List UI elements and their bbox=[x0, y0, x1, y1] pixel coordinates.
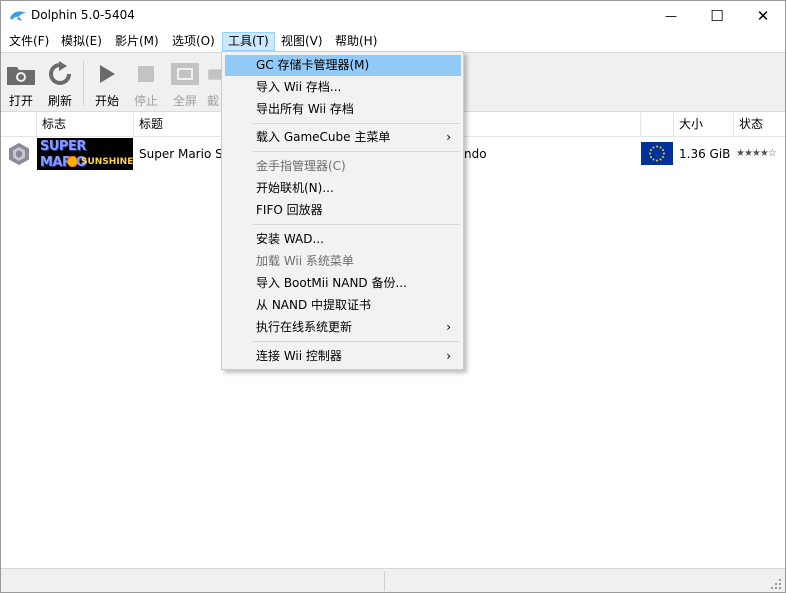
menu-item-label: 金手指管理器(C) bbox=[256, 159, 346, 173]
stop-icon bbox=[138, 66, 154, 82]
play-icon bbox=[100, 65, 115, 83]
play-button[interactable]: 开始 bbox=[90, 59, 124, 109]
fullscreen-icon bbox=[171, 63, 199, 85]
menu-item-label: 加载 Wii 系统菜单 bbox=[256, 254, 354, 268]
game-banner: SUPER MARIO SUNSHINE bbox=[37, 138, 133, 170]
menu-item-label: 导出所有 Wii 存档 bbox=[256, 102, 354, 116]
menu-item-load-wii-menu[interactable]: 加载 Wii 系统菜单 bbox=[225, 251, 461, 272]
close-icon: ✕ bbox=[756, 7, 770, 25]
menu-separator bbox=[253, 123, 460, 124]
menu-item-import-bootmii-backup[interactable]: 导入 BootMii NAND 备份... bbox=[225, 273, 461, 294]
game-size: 1.36 GiB bbox=[679, 147, 731, 161]
minimize-button[interactable]: — bbox=[648, 1, 694, 31]
game-rating: ★★★★☆ bbox=[736, 148, 777, 159]
menu-item-label: FIFO 回放器 bbox=[256, 203, 323, 217]
menu-emulation[interactable]: 模拟(E) bbox=[55, 32, 108, 51]
menu-file[interactable]: 文件(F) bbox=[3, 32, 55, 51]
dolphin-window: Dolphin 5.0-5404 — ☐ ✕ 文件(F) 模拟(E) 影片(M)… bbox=[0, 0, 786, 593]
submenu-arrow-icon: › bbox=[446, 320, 451, 334]
menu-item-gc-memcard-manager[interactable]: GC 存储卡管理器(M) bbox=[225, 55, 461, 76]
menu-help[interactable]: 帮助(H) bbox=[329, 32, 383, 51]
menu-tools[interactable]: 工具(T) bbox=[222, 32, 275, 51]
stop-label: 停止 bbox=[133, 94, 158, 108]
status-bar bbox=[1, 568, 785, 592]
banner-subtitle: SUNSHINE bbox=[81, 157, 133, 167]
menu-item-online-system-update[interactable]: 执行在线系统更新 › bbox=[225, 317, 461, 338]
stop-button[interactable]: 停止 bbox=[129, 59, 163, 109]
tools-dropdown-menu: GC 存储卡管理器(M) 导入 Wii 存档... 导出所有 Wii 存档 载入… bbox=[221, 51, 464, 370]
menu-bar: 文件(F) 模拟(E) 影片(M) 选项(O) 工具(T) 视图(V) 帮助(H… bbox=[1, 31, 785, 52]
menu-item-label: 连接 Wii 控制器 bbox=[256, 349, 342, 363]
menu-item-label: 从 NAND 中提取证书 bbox=[256, 298, 372, 312]
column-platform[interactable] bbox=[1, 113, 37, 137]
menu-item-export-all-wii-saves[interactable]: 导出所有 Wii 存档 bbox=[225, 99, 461, 120]
column-region[interactable] bbox=[641, 113, 674, 137]
menu-item-cheats-manager[interactable]: 金手指管理器(C) bbox=[225, 156, 461, 177]
toolbar-separator bbox=[83, 61, 84, 105]
refresh-label: 刷新 bbox=[47, 94, 72, 108]
menu-separator bbox=[253, 151, 460, 152]
menu-item-extract-certificates[interactable]: 从 NAND 中提取证书 bbox=[225, 295, 461, 316]
status-divider bbox=[384, 571, 385, 591]
open-label: 打开 bbox=[8, 94, 33, 108]
folder-icon bbox=[7, 67, 35, 85]
menu-item-load-gc-ipl[interactable]: 载入 GameCube 主菜单 › bbox=[225, 127, 461, 148]
menu-item-fifo-player[interactable]: FIFO 回放器 bbox=[225, 200, 461, 221]
maximize-button[interactable]: ☐ bbox=[694, 1, 740, 31]
column-size[interactable]: 大小 bbox=[674, 113, 734, 137]
menu-item-label: 执行在线系统更新 bbox=[256, 320, 353, 334]
menu-item-label: 载入 GameCube 主菜单 bbox=[256, 130, 391, 144]
menu-item-connect-wii-remotes[interactable]: 连接 Wii 控制器 › bbox=[225, 346, 461, 367]
menu-movie[interactable]: 影片(M) bbox=[109, 32, 165, 51]
column-state[interactable]: 状态 bbox=[734, 113, 785, 137]
refresh-icon bbox=[49, 61, 71, 85]
dolphin-logo-icon bbox=[10, 11, 26, 21]
menu-item-start-netplay[interactable]: 开始联机(N)... bbox=[225, 178, 461, 199]
title-bar[interactable]: Dolphin 5.0-5404 — ☐ ✕ bbox=[1, 1, 785, 31]
submenu-arrow-icon: › bbox=[446, 349, 451, 363]
menu-view[interactable]: 视图(V) bbox=[275, 32, 329, 51]
maximize-icon: ☐ bbox=[710, 7, 724, 25]
menu-item-label: 导入 Wii 存档... bbox=[256, 80, 342, 94]
menu-options[interactable]: 选项(O) bbox=[166, 32, 221, 51]
europe-flag-icon bbox=[641, 142, 673, 165]
banner-sun-icon bbox=[67, 156, 78, 167]
menu-separator bbox=[253, 341, 460, 342]
game-title: Super Mario S bbox=[139, 147, 223, 161]
close-button[interactable]: ✕ bbox=[740, 1, 786, 31]
gamecube-icon bbox=[8, 142, 30, 166]
menu-separator bbox=[253, 224, 460, 225]
menu-item-label: GC 存储卡管理器(M) bbox=[256, 58, 370, 72]
minimize-icon: — bbox=[665, 9, 677, 23]
fullscreen-button[interactable]: 全屏 bbox=[168, 59, 202, 109]
menu-item-label: 开始联机(N)... bbox=[256, 181, 334, 195]
menu-item-label: 安装 WAD... bbox=[256, 232, 324, 246]
resize-grip-icon[interactable] bbox=[771, 579, 781, 589]
game-maker: ndo bbox=[464, 147, 487, 161]
fullscreen-label: 全屏 bbox=[172, 94, 197, 108]
menu-item-label: 导入 BootMii NAND 备份... bbox=[256, 276, 407, 290]
menu-item-import-wii-save[interactable]: 导入 Wii 存档... bbox=[225, 77, 461, 98]
open-button[interactable]: 打开 bbox=[4, 59, 38, 109]
play-label: 开始 bbox=[94, 94, 119, 108]
column-banner[interactable]: 标志 bbox=[37, 113, 134, 137]
submenu-arrow-icon: › bbox=[446, 130, 451, 144]
window-title: Dolphin 5.0-5404 bbox=[31, 8, 135, 22]
refresh-button[interactable]: 刷新 bbox=[43, 59, 77, 109]
menu-item-install-wad[interactable]: 安装 WAD... bbox=[225, 229, 461, 250]
